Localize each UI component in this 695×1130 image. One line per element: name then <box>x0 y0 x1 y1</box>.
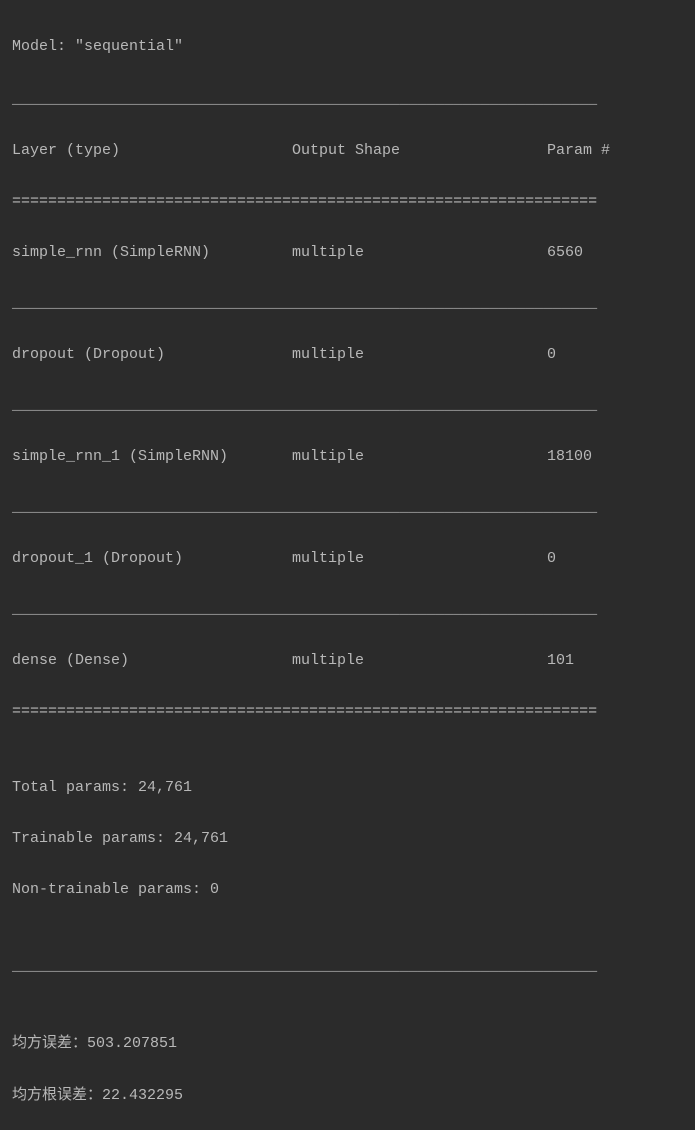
separator-header: ========================================… <box>12 189 683 215</box>
rmse-value: 22.432295 <box>102 1087 183 1104</box>
separator-row: ________________________________________… <box>12 597 683 623</box>
mse-value: 503.207851 <box>87 1035 177 1052</box>
layer-shape: multiple <box>292 342 547 368</box>
layer-row: simple_rnn_1 (SimpleRNN)multiple18100 <box>12 444 683 470</box>
rmse-label: 均方根误差： <box>12 1086 102 1103</box>
layer-shape: multiple <box>292 648 547 674</box>
layer-row: dropout (Dropout)multiple0 <box>12 342 683 368</box>
table-header-row: Layer (type)Output ShapeParam # <box>12 138 683 164</box>
model-header: Model: "sequential" <box>12 34 683 60</box>
layer-name: dropout_1 (Dropout) <box>12 546 292 572</box>
header-param: Param # <box>547 138 610 164</box>
separator-bottom: ========================================… <box>12 699 683 725</box>
layer-row: dense (Dense)multiple101 <box>12 648 683 674</box>
rmse-line: 均方根误差：22.432295 <box>12 1082 683 1109</box>
trainable-params: Trainable params: 24,761 <box>12 826 683 852</box>
layer-params: 0 <box>547 546 556 572</box>
layer-params: 101 <box>547 648 574 674</box>
separator-top: ________________________________________… <box>12 87 683 113</box>
mse-label: 均方误差： <box>12 1034 87 1051</box>
layer-row: dropout_1 (Dropout)multiple0 <box>12 546 683 572</box>
layer-name: simple_rnn (SimpleRNN) <box>12 240 292 266</box>
layer-name: dropout (Dropout) <box>12 342 292 368</box>
separator-final: ________________________________________… <box>12 954 683 980</box>
non-trainable-params: Non-trainable params: 0 <box>12 877 683 903</box>
params-section: Total params: 24,761 Trainable params: 2… <box>12 750 683 929</box>
separator-row: ________________________________________… <box>12 291 683 317</box>
layer-shape: multiple <box>292 444 547 470</box>
separator-row: ________________________________________… <box>12 495 683 521</box>
layer-params: 0 <box>547 342 556 368</box>
layer-name: dense (Dense) <box>12 648 292 674</box>
header-output-shape: Output Shape <box>292 138 547 164</box>
layer-params: 6560 <box>547 240 583 266</box>
header-layer: Layer (type) <box>12 138 292 164</box>
metrics-section: 均方误差：503.207851 均方根误差：22.432295 平均绝对误差：1… <box>12 1005 683 1130</box>
layer-shape: multiple <box>292 240 547 266</box>
layer-row: simple_rnn (SimpleRNN)multiple6560 <box>12 240 683 266</box>
terminal-output: Model: "sequential" ____________________… <box>12 8 683 1130</box>
layer-name: simple_rnn_1 (SimpleRNN) <box>12 444 292 470</box>
total-params: Total params: 24,761 <box>12 775 683 801</box>
layer-shape: multiple <box>292 546 547 572</box>
layer-params: 18100 <box>547 444 592 470</box>
mse-line: 均方误差：503.207851 <box>12 1030 683 1057</box>
separator-row: ________________________________________… <box>12 393 683 419</box>
